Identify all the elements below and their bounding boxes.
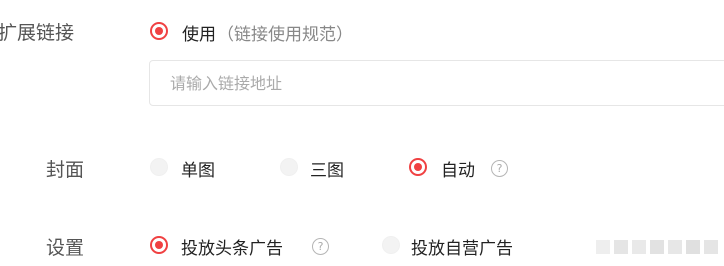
extend-link-use-radio-group[interactable]: 使用 （链接使用规范） [150, 20, 410, 45]
link-address-input[interactable] [149, 60, 724, 106]
cover-triple-radio[interactable] [280, 158, 298, 176]
extend-link-use-label: 使用 [182, 25, 216, 45]
cover-triple-label: 三图 [310, 161, 344, 181]
link-usage-guidelines-link[interactable]: （链接使用规范） [217, 20, 353, 45]
cover-single-label: 单图 [181, 161, 215, 181]
cover-auto-label: 自动 [441, 161, 475, 181]
self-ads-label: 投放自营广告 [411, 239, 513, 259]
extend-link-label: 扩展链接 [0, 22, 75, 44]
cover-single-radio[interactable] [150, 158, 168, 176]
settings-label: 设置 [46, 237, 85, 259]
cover-auto-radio[interactable] [409, 158, 427, 176]
toutiao-ads-help-icon[interactable]: ? [312, 238, 329, 255]
cover-option-single[interactable]: 单图 [150, 157, 250, 181]
cover-auto-help-icon[interactable]: ? [491, 160, 508, 177]
cover-option-triple[interactable]: 三图 [280, 157, 380, 181]
settings-option-toutiao-ads[interactable]: 投放头条广告 [150, 235, 310, 259]
cover-label: 封面 [46, 159, 85, 181]
toutiao-ads-label: 投放头条广告 [181, 239, 283, 259]
extend-link-use-radio[interactable] [150, 22, 168, 40]
self-ads-radio[interactable] [382, 236, 400, 254]
toutiao-ads-radio[interactable] [150, 236, 168, 254]
settings-option-self-ads[interactable]: 投放自营广告 [382, 235, 542, 259]
